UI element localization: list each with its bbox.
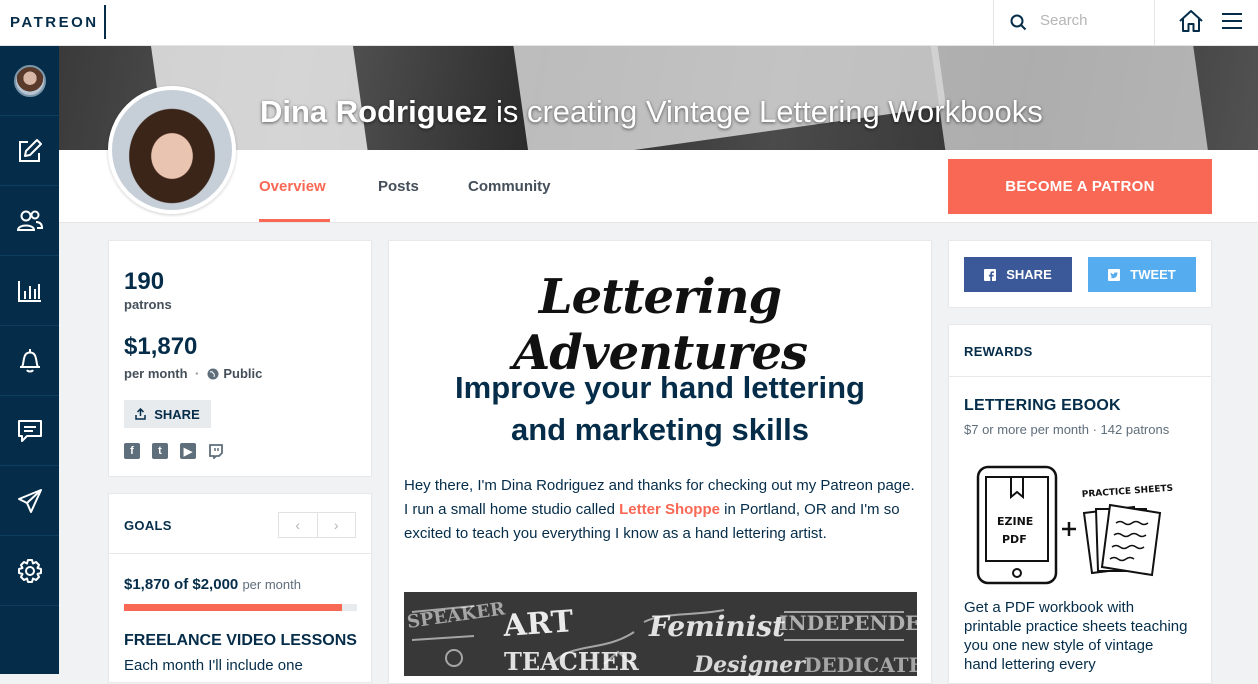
sidebar-item-profile[interactable]: [0, 46, 59, 116]
headline-line-1: Improve your hand lettering: [455, 370, 865, 405]
sidebar-item-send[interactable]: [0, 466, 59, 536]
twitter-icon[interactable]: t: [152, 443, 168, 459]
youtube-icon[interactable]: ▶: [180, 443, 196, 459]
rewards-title: REWARDS: [964, 344, 1033, 359]
chalkboard-lettering-art: ART Feminist INDEPENDENT TEACHER Designe…: [404, 592, 917, 676]
art-ezine-text: EZINE: [997, 515, 1033, 528]
social-links: f t ▶: [124, 443, 224, 459]
chalk-word: TEACHER: [504, 647, 640, 676]
tweet-button[interactable]: TWEET: [1088, 257, 1196, 292]
twitter-icon: [1108, 268, 1121, 281]
share-card: SHARE TWEET: [948, 240, 1212, 308]
patrons-label: patrons: [124, 297, 172, 312]
chalk-word: Feminist: [648, 610, 785, 643]
hamburger-menu-icon[interactable]: [1221, 12, 1243, 30]
goal-name: FREELANCE VIDEO LESSONS: [124, 632, 357, 649]
reward-description: Get a PDF workbook with printable practi…: [964, 599, 1188, 673]
goals-next-button[interactable]: ›: [318, 513, 356, 537]
top-navbar: PATREON: [0, 0, 1258, 46]
about-body: Hey there, I'm Dina Rodriguez and thanks…: [404, 474, 919, 546]
goal-description: Each month I'll include one: [124, 657, 303, 674]
bar-chart-icon: [17, 280, 41, 302]
goal-amount: $1,870 of $2,000 per month: [124, 576, 301, 593]
twitch-icon[interactable]: [208, 443, 224, 459]
earnings-label: per month: [124, 366, 188, 381]
tab-community[interactable]: Community: [468, 178, 551, 195]
chalk-word: Designer: [693, 652, 806, 676]
sidebar-item-notifications[interactable]: [0, 326, 59, 396]
letter-shoppe-link[interactable]: Letter Shoppe: [619, 501, 720, 518]
patreon-logo[interactable]: PATREON: [10, 14, 99, 31]
visibility-indicator: · Public: [195, 366, 262, 381]
reward-meta: $7 or more per month · 142 patrons: [964, 422, 1170, 437]
banner-title: Dina Rodriguez is creating Vintage Lette…: [260, 94, 1043, 130]
about-card: Lettering Adventures Improve your hand l…: [388, 240, 932, 684]
sidebar-item-create-post[interactable]: [0, 116, 59, 186]
share-button-label: SHARE: [154, 406, 200, 422]
creator-name[interactable]: Dina Rodriguez: [260, 94, 487, 129]
chalk-word: INDEPENDENT: [779, 611, 917, 635]
headline-line-2: and marketing skills: [510, 412, 810, 447]
goals-header: GOALS ‹ ›: [109, 494, 371, 554]
dot-separator: ·: [195, 366, 200, 381]
tab-overview[interactable]: Overview: [259, 178, 326, 195]
tweet-label: TWEET: [1130, 267, 1176, 282]
reward-illustration: EZINE PDF PRACTICE SHEETS: [976, 465, 1174, 585]
goal-amount-value: $1,870 of $2,000: [124, 576, 239, 593]
earnings-amount: $1,870: [124, 333, 198, 360]
facebook-icon[interactable]: f: [124, 443, 140, 459]
patrons-count: 190: [124, 268, 165, 295]
about-headline: Improve your hand lettering and marketin…: [389, 367, 931, 451]
sidebar-item-settings[interactable]: [0, 536, 59, 606]
reward-name[interactable]: LETTERING EBOOK: [964, 397, 1121, 415]
stats-card: 190 patrons $1,870 per month · Public SH…: [108, 240, 372, 477]
visibility-label: Public: [223, 366, 263, 381]
search-icon: [1010, 14, 1027, 31]
globe-icon: [207, 368, 219, 379]
rewards-header: REWARDS: [948, 324, 1212, 376]
gear-icon: [17, 558, 42, 583]
sidebar-item-messages[interactable]: [0, 396, 59, 466]
art-pdf-text: PDF: [1002, 533, 1027, 546]
share-upload-icon: [135, 408, 146, 420]
search-input[interactable]: [1040, 12, 1140, 29]
art-practice-text: PRACTICE SHEETS: [1082, 484, 1174, 500]
chalk-word: ART: [501, 604, 575, 644]
goals-card: GOALS ‹ › $1,870 of $2,000 per month FRE…: [108, 493, 372, 683]
goal-progress-bar: [124, 604, 357, 611]
chalkboard-image: ART Feminist INDEPENDENT TEACHER Designe…: [404, 592, 917, 676]
search-box[interactable]: [993, 0, 1155, 46]
chat-icon: [17, 419, 42, 442]
goal-amount-suffix: per month: [242, 577, 301, 592]
reward-tier-card[interactable]: LETTERING EBOOK $7 or more per month · 1…: [948, 376, 1212, 684]
creator-avatar: [108, 86, 236, 214]
sidebar-item-insights[interactable]: [0, 256, 59, 326]
tab-posts[interactable]: Posts: [378, 178, 419, 195]
facebook-icon: [984, 268, 997, 281]
goal-progress-fill: [124, 604, 342, 611]
goals-prev-button[interactable]: ‹: [279, 513, 318, 537]
facebook-share-button[interactable]: SHARE: [964, 257, 1072, 292]
become-patron-button[interactable]: BECOME A PATRON: [948, 159, 1212, 214]
left-sidebar: [0, 46, 59, 674]
facebook-share-label: SHARE: [1006, 267, 1052, 282]
logo-bar: [104, 5, 106, 39]
people-icon: [16, 210, 43, 231]
script-title-image-text: Lettering Adventures: [512, 269, 808, 381]
share-button[interactable]: SHARE: [124, 400, 211, 428]
sidebar-item-patrons[interactable]: [0, 186, 59, 256]
pencil-square-icon: [18, 138, 42, 162]
active-tab-indicator: [259, 219, 330, 222]
bell-icon: [19, 348, 40, 372]
goals-title: GOALS: [124, 518, 172, 533]
goals-pager: ‹ ›: [278, 512, 356, 538]
paper-plane-icon: [17, 488, 42, 513]
chalk-word: DEDICATED: [804, 653, 917, 676]
avatar: [13, 64, 46, 97]
creator-tagline: is creating Vintage Lettering Workbooks: [487, 94, 1043, 129]
home-icon[interactable]: [1178, 9, 1204, 33]
